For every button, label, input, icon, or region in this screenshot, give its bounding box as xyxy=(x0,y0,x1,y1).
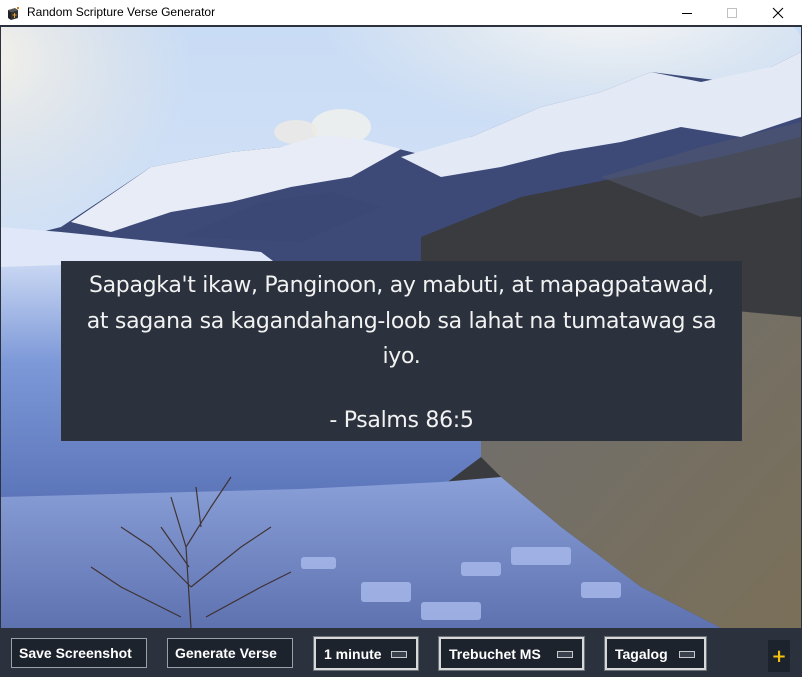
bible-book-icon xyxy=(6,6,20,20)
dropdown-indicator-icon xyxy=(679,651,695,658)
plus-icon: + xyxy=(771,645,787,667)
language-dropdown[interactable]: Tagalog xyxy=(604,636,707,671)
minimize-button[interactable] xyxy=(664,0,710,26)
window-title: Random Scripture Verse Generator xyxy=(27,5,216,19)
save-screenshot-button[interactable]: Save Screenshot xyxy=(11,638,147,668)
font-value: Trebuchet MS xyxy=(449,645,541,662)
close-button[interactable] xyxy=(755,0,801,26)
minimize-icon xyxy=(682,13,692,14)
close-icon xyxy=(772,7,784,19)
interval-value: 1 minute xyxy=(324,645,382,662)
title-bar: Random Scripture Verse Generator xyxy=(0,0,802,26)
verse-panel: Sapagka't ikaw, Panginoon, ay mabuti, at… xyxy=(61,261,742,441)
generate-verse-button[interactable]: Generate Verse xyxy=(167,638,293,668)
add-button[interactable]: + xyxy=(768,640,790,672)
language-value: Tagalog xyxy=(615,645,668,662)
maximize-icon xyxy=(727,8,737,18)
verse-reference: - Psalms 86:5 xyxy=(329,408,474,433)
dropdown-indicator-icon xyxy=(557,651,573,658)
interval-dropdown[interactable]: 1 minute xyxy=(313,636,419,671)
verse-text: Sapagka't ikaw, Panginoon, ay mabuti, at… xyxy=(86,273,717,369)
bottom-toolbar: Save Screenshot Generate Verse 1 minute … xyxy=(0,628,802,677)
font-dropdown[interactable]: Trebuchet MS xyxy=(438,636,585,671)
maximize-button[interactable] xyxy=(709,0,755,26)
dropdown-indicator-icon xyxy=(391,651,407,658)
